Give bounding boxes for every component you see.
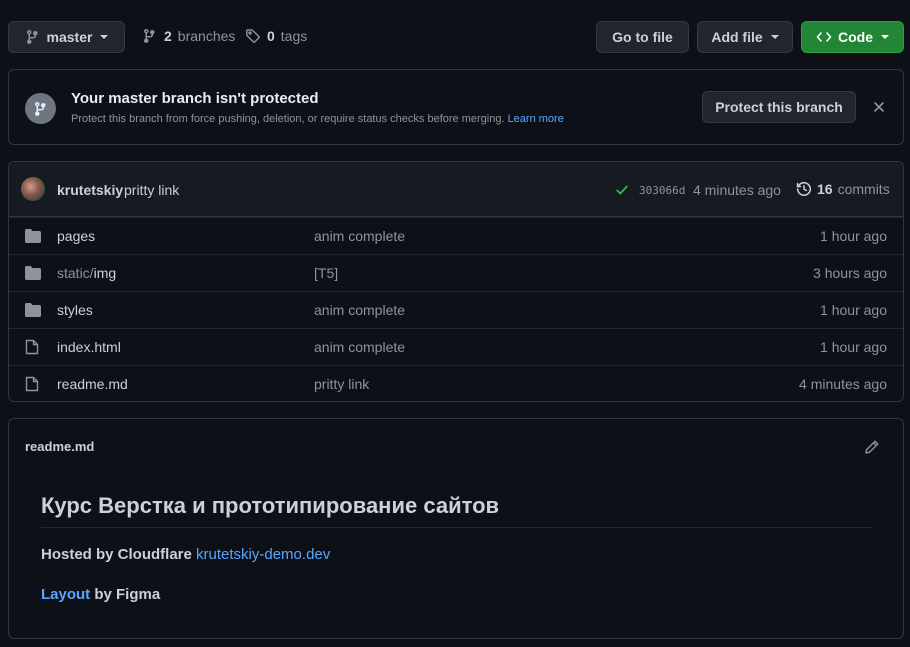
- banner-description-line: Protect this branch from force pushing, …: [71, 113, 564, 125]
- readme-heading: Курс Верстка и прототипирование сайтов: [41, 493, 872, 528]
- layout-link[interactable]: Layout: [41, 586, 90, 603]
- file-age: 3 hours ago: [813, 265, 887, 281]
- protect-branch-label: Protect this branch: [715, 99, 843, 115]
- file-age: 1 hour ago: [820, 339, 887, 355]
- file-name[interactable]: pages: [57, 228, 95, 244]
- readme-panel: readme.md Курс Верстка и прототипировани…: [8, 418, 904, 639]
- commits-count: 16: [817, 181, 833, 197]
- close-icon[interactable]: [873, 101, 885, 113]
- file-icon: [25, 376, 39, 392]
- code-label: Code: [838, 29, 873, 45]
- folder-icon: [25, 229, 41, 243]
- file-icon: [25, 339, 39, 355]
- tags-count: 0: [267, 28, 275, 44]
- file-name[interactable]: index.html: [57, 339, 121, 355]
- file-name-prefix: static/: [57, 265, 94, 281]
- chevron-down-icon: [881, 35, 889, 39]
- tags-link[interactable]: 0 tags: [245, 28, 307, 44]
- readme-filename: readme.md: [25, 439, 95, 454]
- commits-label: commits: [837, 181, 890, 197]
- go-to-file-button[interactable]: Go to file: [596, 21, 689, 53]
- git-branch-icon: [142, 28, 158, 44]
- readme-hosted-prefix: Hosted by Cloudflare: [41, 546, 192, 563]
- file-commit-message[interactable]: anim complete: [314, 302, 405, 318]
- table-row[interactable]: index.html anim complete 1 hour ago: [9, 328, 903, 365]
- hosted-link[interactable]: krutetskiy-demo.dev: [196, 546, 330, 563]
- branches-label: branches: [177, 28, 236, 44]
- branch-protection-banner: Your master branch isn't protected Prote…: [8, 69, 904, 145]
- code-icon: [816, 29, 832, 45]
- banner-description: Protect this branch from force pushing, …: [71, 113, 505, 125]
- commit-author[interactable]: krutetskiy: [57, 182, 123, 198]
- table-row[interactable]: pages anim complete 1 hour ago: [9, 217, 903, 254]
- history-icon: [796, 181, 812, 197]
- table-row[interactable]: static/img [T5] 3 hours ago: [9, 254, 903, 291]
- latest-commit-bar: krutetskiy pritty link 303066d 4 minutes…: [9, 162, 903, 217]
- protect-branch-button[interactable]: Protect this branch: [702, 91, 856, 123]
- code-button[interactable]: Code: [801, 21, 904, 53]
- file-commit-message[interactable]: [T5]: [314, 265, 338, 281]
- file-commit-message[interactable]: anim complete: [314, 228, 405, 244]
- file-name[interactable]: styles: [57, 302, 93, 318]
- avatar[interactable]: [21, 177, 45, 201]
- branch-select-button[interactable]: master: [8, 21, 125, 53]
- folder-icon: [25, 303, 41, 317]
- chevron-down-icon: [770, 35, 779, 39]
- table-row[interactable]: styles anim complete 1 hour ago: [9, 291, 903, 328]
- check-icon: [615, 183, 629, 197]
- add-file-button[interactable]: Add file: [697, 21, 793, 53]
- pencil-icon[interactable]: [864, 439, 880, 455]
- readme-layout-suffix: by Figma: [94, 586, 161, 603]
- commit-message[interactable]: pritty link: [124, 182, 179, 198]
- folder-icon: [25, 266, 41, 280]
- tags-label: tags: [280, 28, 308, 44]
- learn-more-link[interactable]: Learn more: [508, 113, 564, 125]
- commits-link[interactable]: 16 commits: [796, 181, 890, 197]
- branch-name: master: [46, 29, 93, 45]
- git-branch-icon: [25, 93, 56, 124]
- go-to-file-label: Go to file: [612, 29, 673, 45]
- file-name: img: [93, 265, 117, 281]
- file-commit-message[interactable]: pritty link: [314, 376, 369, 392]
- file-age: 1 hour ago: [820, 228, 887, 244]
- file-commit-message[interactable]: anim complete: [314, 339, 405, 355]
- git-branch-icon: [25, 29, 41, 45]
- file-age: 1 hour ago: [820, 302, 887, 318]
- add-file-label: Add file: [711, 29, 763, 45]
- file-name[interactable]: readme.md: [57, 376, 128, 392]
- commit-time: 4 minutes ago: [693, 182, 781, 198]
- readme-layout-line: Layout by Figma: [41, 586, 160, 603]
- branches-count: 2: [164, 28, 172, 44]
- readme-hosted-line: Hosted by Cloudflare krutetskiy-demo.dev: [41, 546, 330, 563]
- branches-link[interactable]: 2 branches: [142, 28, 235, 44]
- banner-title: Your master branch isn't protected: [71, 90, 319, 107]
- table-row[interactable]: readme.md pritty link 4 minutes ago: [9, 365, 903, 401]
- tag-icon: [245, 28, 261, 44]
- file-name-group[interactable]: static/img: [57, 265, 116, 281]
- file-listing: krutetskiy pritty link 303066d 4 minutes…: [8, 161, 904, 402]
- chevron-down-icon: [100, 35, 109, 39]
- commit-sha[interactable]: 303066d: [639, 184, 685, 197]
- file-age: 4 minutes ago: [799, 376, 887, 392]
